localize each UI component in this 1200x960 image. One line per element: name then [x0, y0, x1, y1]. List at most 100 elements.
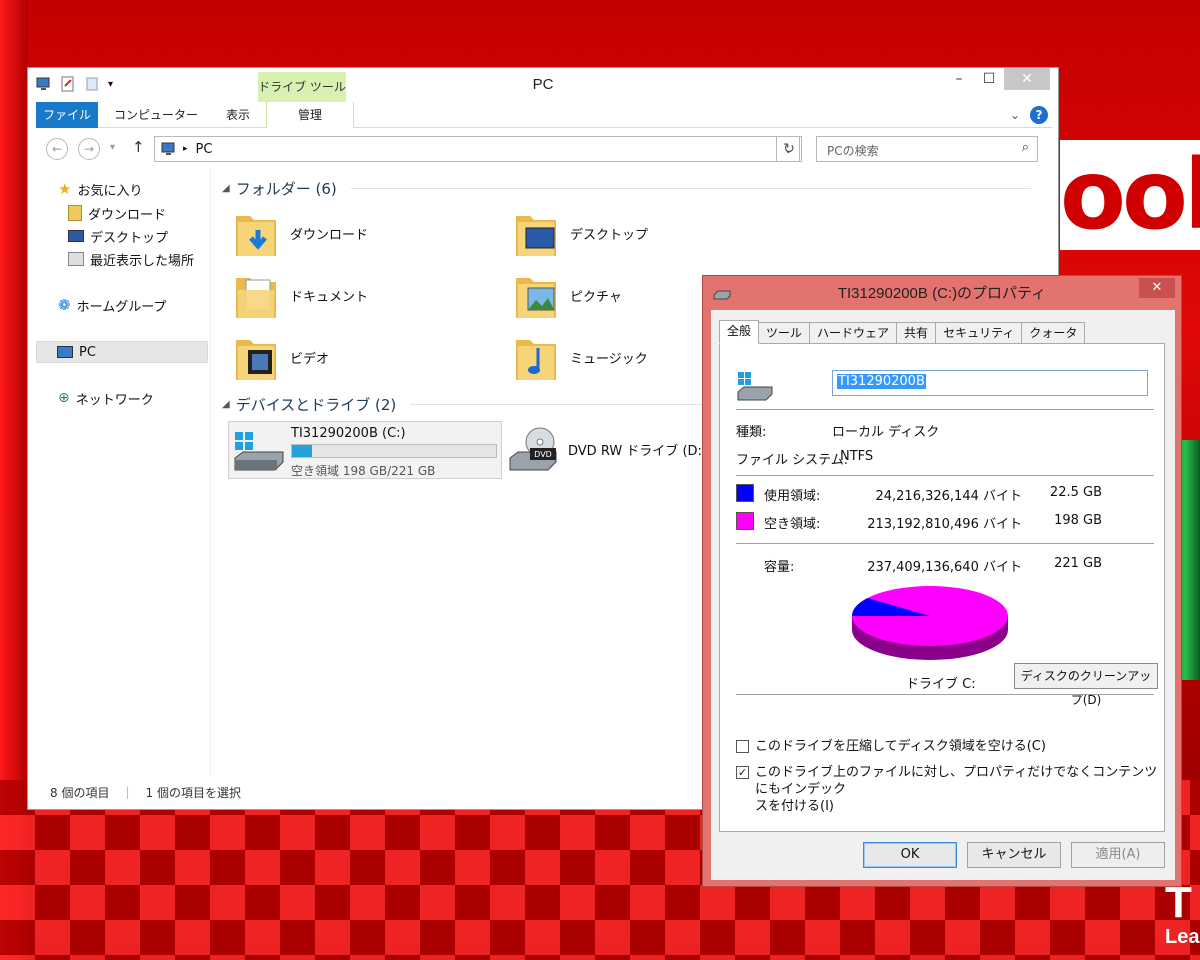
apply-button[interactable]: 適用(A)	[1071, 842, 1165, 868]
address-path: PC	[195, 141, 213, 157]
tab-computer[interactable]: コンピューター	[104, 102, 208, 128]
documents-folder-icon	[234, 270, 278, 320]
tab-quota[interactable]: クォータ	[1021, 322, 1086, 344]
pictures-folder-icon	[514, 270, 558, 320]
expand-ribbon-icon[interactable]: ⌄	[1010, 108, 1020, 122]
cancel-button[interactable]: キャンセル	[967, 842, 1061, 868]
nav-desktop[interactable]: デスクトップ	[68, 225, 168, 247]
type-value: ローカル ディスク	[832, 425, 940, 440]
tab-view[interactable]: 表示	[208, 102, 268, 128]
ribbon-right-controls: ⌄ ?	[1010, 106, 1048, 124]
tab-hardware[interactable]: ハードウェア	[809, 322, 898, 344]
nav-network[interactable]: ⊕ ネットワーク	[58, 387, 154, 409]
tab-tools[interactable]: ツール	[758, 322, 811, 344]
compress-option[interactable]: このドライブを圧縮してディスク領域を空ける(C)	[736, 738, 1046, 755]
group-header-devices[interactable]: ◢ デバイスとドライブ (2)	[222, 394, 731, 415]
filesystem-label: ファイル システム:	[736, 453, 849, 468]
dialog-tabs: 全般 ツール ハードウェア 共有 セキュリティ クォータ	[719, 320, 1086, 344]
minimize-button[interactable]: –	[944, 68, 974, 90]
breadcrumb-separator-icon: ▸	[183, 144, 188, 154]
maximize-button[interactable]: ☐	[974, 68, 1004, 90]
folder-item[interactable]: ピクチャ	[514, 270, 622, 320]
up-button[interactable]: ↑	[132, 138, 145, 156]
separator	[736, 543, 1154, 544]
nav-favorites[interactable]: ★ お気に入り	[58, 178, 142, 200]
folder-item[interactable]: ミュージック	[514, 332, 648, 382]
desktop-folder-icon	[514, 208, 558, 258]
help-icon[interactable]: ?	[1030, 106, 1048, 124]
used-space-label: 使用領域:	[764, 489, 821, 504]
collapse-icon: ◢	[222, 399, 230, 410]
separator	[736, 475, 1154, 476]
drive-d-tile[interactable]: DVD DVD RW ドライブ (D:)	[508, 426, 707, 472]
close-button[interactable]: ✕	[1004, 68, 1050, 90]
folder-item[interactable]: ダウンロード	[234, 208, 368, 258]
desktop-corner-text: T Lea	[1165, 878, 1200, 949]
back-button[interactable]: ←	[46, 138, 68, 160]
disk-cleanup-button[interactable]: ディスクのクリーンアップ(D)	[1014, 663, 1158, 707]
ribbon-tabs: ファイル コンピューター 表示 管理	[36, 102, 1052, 128]
address-row: ← → ▾ ↑ ▸ PC ⌄ ↻ PCの検索 ⌕	[28, 132, 1058, 166]
collapse-icon: ◢	[222, 183, 230, 194]
music-folder-icon	[514, 332, 558, 382]
separator	[736, 694, 1154, 695]
drive-letter-label: ドライブ C:	[906, 677, 976, 692]
recent-places-icon	[68, 252, 84, 266]
nav-recent[interactable]: 最近表示した場所	[68, 248, 194, 270]
tab-file[interactable]: ファイル	[36, 102, 98, 128]
used-space-bytes: 24,216,326,144 バイト	[875, 489, 1022, 504]
drive-c-usage-fill	[292, 445, 313, 457]
disk-usage-pie-chart	[852, 586, 1008, 660]
search-input[interactable]: PCの検索 ⌕	[816, 136, 1038, 162]
ok-button[interactable]: OK	[863, 842, 957, 868]
dialog-title[interactable]: TI31290200B (C:)のプロパティ	[703, 276, 1181, 310]
nav-downloads[interactable]: ダウンロード	[68, 202, 166, 224]
videos-folder-icon	[234, 332, 278, 382]
address-bar[interactable]: ▸ PC ⌄	[154, 136, 800, 162]
group-header-folders[interactable]: ◢ フォルダー (6)	[222, 178, 1031, 199]
dialog-close-button[interactable]: ✕	[1139, 278, 1175, 298]
downloads-folder-icon	[234, 208, 278, 258]
free-space-label: 空き領域:	[764, 517, 821, 532]
explorer-titlebar[interactable]: ▾ ドライブ ツール PC – ☐ ✕	[28, 68, 1058, 102]
free-space-bytes: 213,192,810,496 バイト	[867, 517, 1022, 532]
free-space-swatch	[736, 512, 754, 530]
used-space-size: 22.5 GB	[1049, 485, 1102, 500]
folder-item[interactable]: ビデオ	[234, 332, 329, 382]
separator	[736, 409, 1154, 410]
used-space-swatch	[736, 484, 754, 502]
folder-item[interactable]: デスクトップ	[514, 208, 648, 258]
item-count: 8 個の項目	[50, 785, 110, 800]
tab-security[interactable]: セキュリティ	[935, 322, 1023, 344]
index-option[interactable]: ✓ このドライブ上のファイルに対し、プロパティだけでなくコンテンツにもインデック…	[736, 764, 1164, 815]
dialog-body: 全般 ツール ハードウェア 共有 セキュリティ クォータ TI31290200B…	[711, 310, 1175, 880]
dvd-badge: DVD	[534, 450, 552, 459]
pc-icon	[161, 142, 175, 155]
free-space-size: 198 GB	[1054, 513, 1102, 528]
window-controls: – ☐ ✕	[944, 68, 1050, 90]
properties-dialog: TI31290200B (C:)のプロパティ ✕ 全般 ツール ハードウェア 共…	[702, 275, 1182, 887]
capacity-bytes: 237,409,136,640 バイト	[867, 560, 1022, 575]
tab-sharing[interactable]: 共有	[896, 322, 937, 344]
selected-count: 1 個の項目を選択	[145, 785, 241, 800]
nav-homegroup[interactable]: ❁ ホームグループ	[58, 294, 166, 316]
window-title: PC	[532, 76, 554, 93]
drive-d-name: DVD RW ドライブ (D:)	[568, 443, 707, 459]
homegroup-icon: ❁	[58, 296, 71, 314]
folder-item[interactable]: ドキュメント	[234, 270, 368, 320]
index-checkbox[interactable]: ✓	[736, 766, 749, 779]
general-tab-panel: TI31290200B 種類: ローカル ディスク ファイル システム: NTF…	[719, 343, 1165, 832]
tab-general[interactable]: 全般	[719, 320, 760, 344]
tab-manage[interactable]: 管理	[266, 102, 354, 128]
compress-checkbox[interactable]	[736, 740, 749, 753]
refresh-button[interactable]: ↻	[776, 136, 802, 162]
nav-pc[interactable]: PC	[36, 341, 208, 363]
type-label: 種類:	[736, 425, 767, 440]
capacity-label: 容量:	[764, 560, 795, 575]
navigation-pane: ★ お気に入り ダウンロード デスクトップ 最近表示した場所 ❁ ホームグループ…	[28, 166, 211, 776]
forward-button[interactable]: →	[78, 138, 100, 160]
drive-c-name: TI31290200B (C:)	[291, 426, 406, 441]
drive-c-tile[interactable]: TI31290200B (C:) 空き領域 198 GB/221 GB	[228, 421, 502, 479]
recent-locations-icon[interactable]: ▾	[110, 142, 115, 153]
drive-name-input[interactable]: TI31290200B	[832, 370, 1148, 396]
